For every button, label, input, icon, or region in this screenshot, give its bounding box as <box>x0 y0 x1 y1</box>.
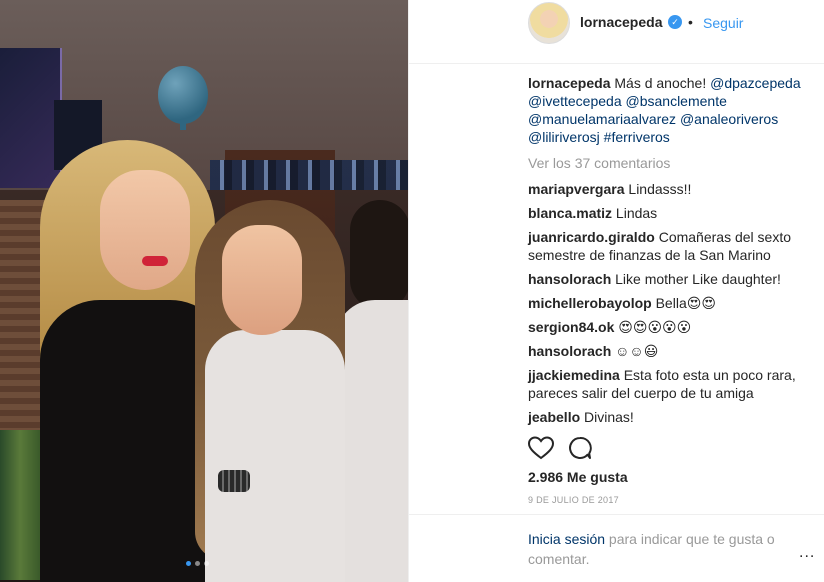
login-link[interactable]: Inicia sesión <box>528 531 605 547</box>
photo-bottles <box>0 430 40 580</box>
comment-username[interactable]: hansolorach <box>528 343 611 359</box>
comment-username[interactable]: sergion84.ok <box>528 319 614 335</box>
caption-username[interactable]: lornacepeda <box>528 75 610 91</box>
comment-text: Lindas <box>615 205 658 221</box>
heart-icon[interactable] <box>528 436 554 460</box>
comment-username[interactable]: blanca.matiz <box>528 205 612 221</box>
caption-text: lornacepeda Más d anoche! @dpazcepeda @i… <box>528 74 818 146</box>
post-actions <box>528 436 818 462</box>
follow-button[interactable]: Seguir <box>703 15 743 31</box>
comment-item: mariapvergara Lindasss!! <box>528 180 818 198</box>
comment-icon[interactable] <box>568 436 592 460</box>
caption-tag[interactable]: @bsanclemente <box>626 93 727 109</box>
caption: lornacepeda Más d anoche! @dpazcepeda @i… <box>528 74 818 156</box>
caption-body: Más d anoche! <box>614 75 707 91</box>
comment-text: ☺☺😃 <box>615 343 659 359</box>
comment-item: sergion84.ok 😍😍😮😮😮 <box>528 318 818 336</box>
more-options-icon[interactable]: ... <box>799 544 815 562</box>
comment-item: jeabello Divinas! <box>528 408 818 426</box>
comment-username[interactable]: mariapvergara <box>528 181 625 197</box>
verified-badge-icon: ✓ <box>668 15 682 29</box>
photo-person1-lips <box>142 256 168 266</box>
header-username[interactable]: lornacepeda <box>580 14 662 30</box>
carousel-dot[interactable] <box>195 561 200 566</box>
photo-person3 <box>335 300 408 582</box>
photo-person2-face <box>222 225 302 335</box>
comment-text: Lindasss!! <box>628 181 692 197</box>
comment-username[interactable]: hansolorach <box>528 271 611 287</box>
comment-text: Like mother Like daughter! <box>615 271 781 287</box>
photo-garland <box>210 160 408 190</box>
caption-tag[interactable]: @analeoriveros <box>680 111 778 127</box>
photo-balloon <box>158 66 208 124</box>
view-all-comments-link[interactable]: Ver los 37 comentarios <box>528 155 670 171</box>
comment-item: jjackiemedina Esta foto esta un poco rar… <box>528 366 818 402</box>
carousel-dot[interactable] <box>186 561 191 566</box>
login-divider <box>409 514 824 515</box>
carousel-dots <box>186 561 209 566</box>
caption-tag[interactable]: @dpazcepeda <box>710 75 801 91</box>
comment-text: Divinas! <box>584 409 634 425</box>
comment-username[interactable]: jjackiemedina <box>528 367 620 383</box>
header-separator: • <box>688 14 693 30</box>
comment-item: hansolorach ☺☺😃 <box>528 342 818 360</box>
avatar[interactable] <box>528 2 570 44</box>
photo-balloon-knot <box>180 122 186 130</box>
photo-person3-hair <box>350 200 408 310</box>
post-side-panel: lornacepeda ✓ • Seguir lornacepeda Más d… <box>408 0 824 582</box>
post-date: 9 DE JULIO DE 2017 <box>528 495 619 505</box>
carousel-dot[interactable] <box>204 561 209 566</box>
comment-username[interactable]: jeabello <box>528 409 580 425</box>
comment-item: michellerobayolop Bella😍😍 <box>528 294 818 312</box>
comment-item: hansolorach Like mother Like daughter! <box>528 270 818 288</box>
comment-username[interactable]: michellerobayolop <box>528 295 652 311</box>
login-prompt: Inicia sesión para indicar que te gusta … <box>528 529 788 569</box>
photo-person1-face <box>100 170 190 290</box>
photo-birthday-banner <box>0 48 62 188</box>
comment-text: 😍😍😮😮😮 <box>618 319 692 335</box>
comment-item: juanricardo.giraldo Comañeras del sexto … <box>528 228 818 264</box>
comment-username[interactable]: juanricardo.giraldo <box>528 229 655 245</box>
comment-list: mariapvergara Lindasss!! blanca.matiz Li… <box>528 180 818 432</box>
photo-bracelet <box>218 470 250 492</box>
photo-person2-body <box>205 330 345 582</box>
comment-text: Bella😍😍 <box>655 295 716 311</box>
caption-tag[interactable]: #ferriveros <box>604 129 670 145</box>
post-photo[interactable] <box>0 0 408 582</box>
caption-tag[interactable]: @manuelamariaalvarez <box>528 111 676 127</box>
comment-item: blanca.matiz Lindas <box>528 204 818 222</box>
likes-count[interactable]: 2.986 Me gusta <box>528 469 628 485</box>
post-header <box>409 0 824 64</box>
caption-tag[interactable]: @liliriverosj <box>528 129 600 145</box>
caption-tag[interactable]: @ivettecepeda <box>528 93 622 109</box>
